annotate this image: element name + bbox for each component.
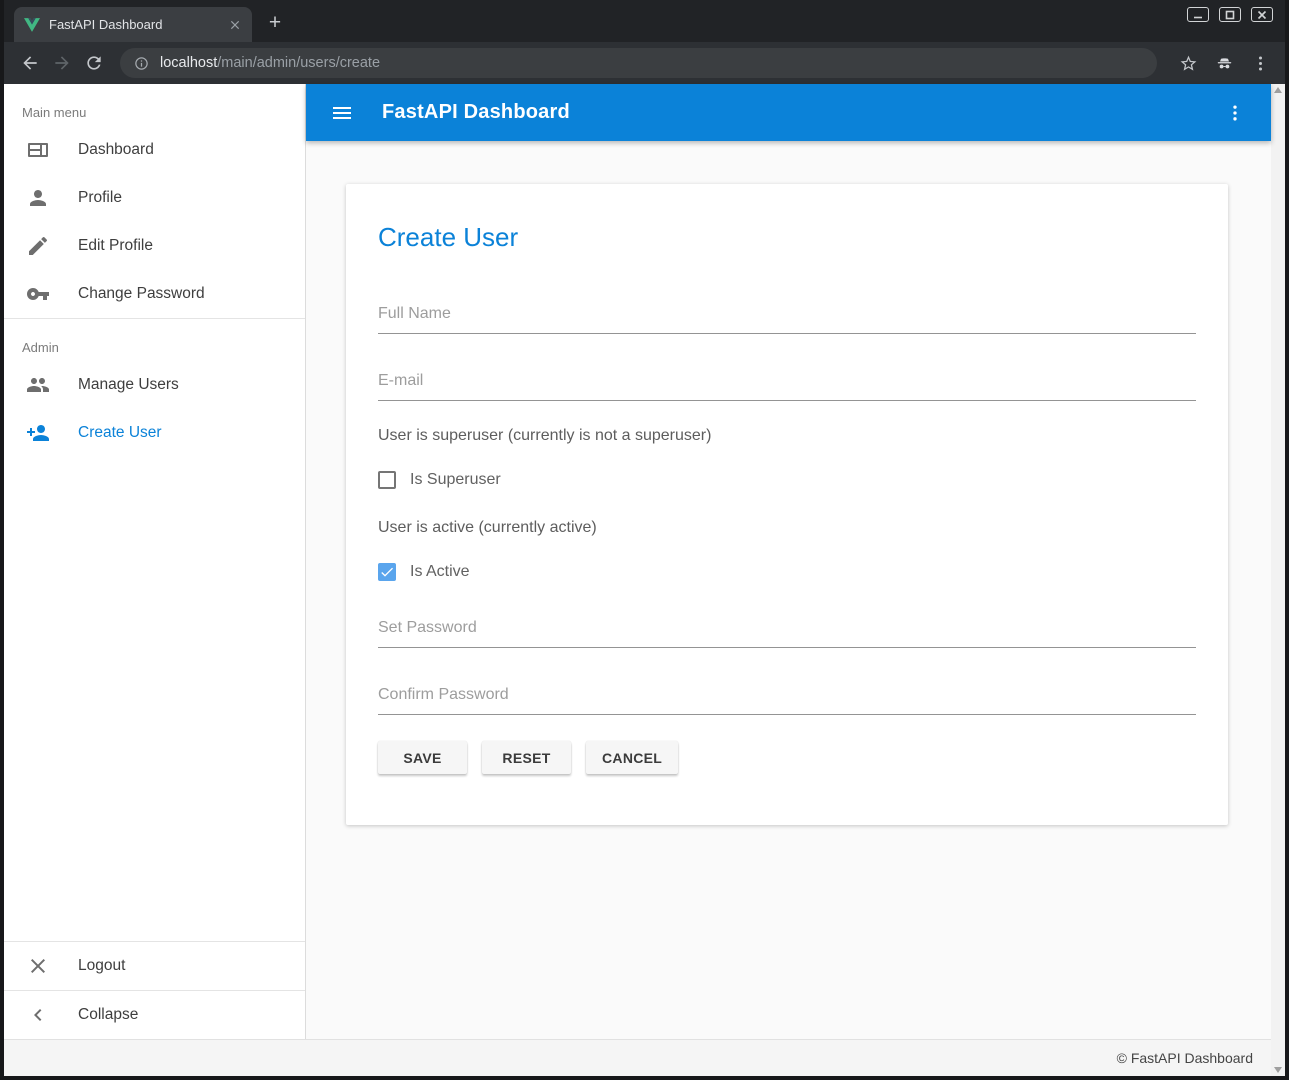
sidebar-item-dashboard[interactable]: Dashboard — [4, 126, 305, 174]
superuser-hint: User is superuser (currently is not a su… — [378, 427, 1196, 445]
form-buttons: SAVE RESET CANCEL — [378, 741, 1196, 774]
set-password-field-wrap — [378, 613, 1196, 648]
reload-button[interactable] — [78, 47, 110, 79]
confirm-password-input[interactable] — [378, 680, 1196, 715]
is-active-label: Is Active — [410, 563, 470, 581]
chevron-left-icon — [26, 1003, 50, 1027]
page-title: Create User — [378, 222, 1196, 253]
is-active-checkbox-row[interactable]: Is Active — [378, 563, 1196, 581]
appbar-kebab-icon[interactable] — [1222, 100, 1248, 126]
sidebar-section-main-menu: Main menu — [4, 84, 305, 126]
main-area: FastAPI Dashboard Create User — [306, 84, 1271, 1039]
back-button[interactable] — [14, 47, 46, 79]
sidebar-item-change-password[interactable]: Change Password — [4, 270, 305, 318]
sidebar-section-admin: Admin — [4, 319, 305, 361]
browser-toolbar: localhost/main/admin/users/create — [4, 42, 1285, 84]
is-superuser-label: Is Superuser — [410, 471, 501, 489]
bookmark-star-icon[interactable] — [1173, 48, 1203, 78]
page-scrollbar[interactable] — [1271, 84, 1285, 1076]
url-path: /main/admin/users/create — [217, 55, 380, 71]
person-icon — [26, 186, 50, 210]
browser-menu-kebab-icon[interactable] — [1245, 48, 1275, 78]
save-button[interactable]: SAVE — [378, 741, 467, 774]
appbar-title: FastAPI Dashboard — [382, 101, 570, 124]
window-controls — [1187, 7, 1273, 22]
set-password-input[interactable] — [378, 613, 1196, 648]
incognito-icon — [1209, 48, 1239, 78]
is-active-hint: User is active (currently active) — [378, 519, 1196, 537]
content-area: Create User User is superuser (currently… — [306, 141, 1271, 1039]
scroll-down-icon[interactable] — [1274, 1067, 1282, 1073]
is-superuser-checkbox-row[interactable]: Is Superuser — [378, 471, 1196, 489]
cancel-button[interactable]: CANCEL — [586, 741, 678, 774]
is-superuser-checkbox[interactable] — [378, 471, 396, 489]
sidebar-spacer — [4, 457, 305, 941]
tab-close-icon[interactable] — [226, 16, 244, 34]
key-icon — [26, 282, 50, 306]
sidebar-item-logout[interactable]: Logout — [4, 942, 305, 990]
app-bar: FastAPI Dashboard — [306, 84, 1271, 141]
sidebar-item-create-user[interactable]: Create User — [4, 409, 305, 457]
full-name-field-wrap — [378, 299, 1196, 334]
maximize-button[interactable] — [1219, 7, 1241, 22]
address-bar[interactable]: localhost/main/admin/users/create — [120, 48, 1157, 78]
close-window-button[interactable] — [1251, 7, 1273, 22]
tab-strip: FastAPI Dashboard + — [4, 0, 1285, 42]
dashboard-icon — [26, 138, 50, 162]
email-field-wrap — [378, 366, 1196, 401]
close-icon — [26, 954, 50, 978]
copyright-text: © FastAPI Dashboard — [1117, 1050, 1253, 1066]
is-active-checkbox[interactable] — [378, 563, 396, 581]
minimize-button[interactable] — [1187, 7, 1209, 22]
sidebar-item-collapse[interactable]: Collapse — [4, 991, 305, 1039]
info-icon — [134, 56, 149, 71]
pencil-icon — [26, 234, 50, 258]
browser-tab[interactable]: FastAPI Dashboard — [14, 7, 252, 42]
sidebar: Main menu Dashboard Profile — [4, 84, 306, 1039]
scroll-up-icon[interactable] — [1274, 87, 1282, 93]
page: Main menu Dashboard Profile — [4, 84, 1285, 1076]
sidebar-item-edit-profile[interactable]: Edit Profile — [4, 222, 305, 270]
create-user-card: Create User User is superuser (currently… — [346, 184, 1228, 825]
sidebar-item-manage-users[interactable]: Manage Users — [4, 361, 305, 409]
email-input[interactable] — [378, 366, 1196, 401]
people-icon — [26, 373, 50, 397]
confirm-password-field-wrap — [378, 680, 1196, 715]
url-host: localhost — [160, 55, 217, 71]
sidebar-item-profile[interactable]: Profile — [4, 174, 305, 222]
forward-button[interactable] — [46, 47, 78, 79]
full-name-input[interactable] — [378, 299, 1196, 334]
tab-title: FastAPI Dashboard — [49, 17, 162, 32]
reset-button[interactable]: RESET — [482, 741, 571, 774]
browser-window: FastAPI Dashboard + — [0, 0, 1289, 1080]
new-tab-button[interactable]: + — [260, 8, 290, 38]
hamburger-menu-icon[interactable] — [329, 100, 355, 126]
page-footer: © FastAPI Dashboard — [4, 1039, 1271, 1076]
vue-favicon-icon — [24, 18, 40, 32]
person-add-icon — [26, 421, 50, 445]
